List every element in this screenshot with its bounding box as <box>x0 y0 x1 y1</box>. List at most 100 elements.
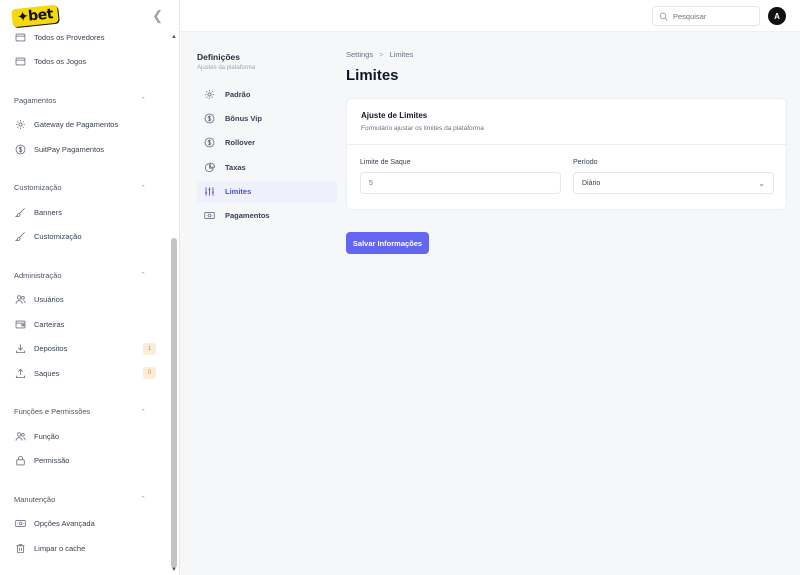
submenu-item-rollover[interactable]: Rollover <box>197 132 342 154</box>
collapse-sidebar-button[interactable]: ❮ <box>152 8 163 24</box>
sidebar-item-usuarios[interactable]: Usuários <box>0 288 172 313</box>
sidebar-item-depositos[interactable]: Depositos 1 <box>0 337 172 362</box>
trash-icon <box>14 542 26 554</box>
breadcrumb-separator: > <box>379 50 384 59</box>
sidebar-item-suitpay-pagamentos[interactable]: SuitPay Pagamentos <box>0 137 172 162</box>
sidebar-item-banners[interactable]: Banners <box>0 200 172 225</box>
page-title: Limites <box>346 67 399 84</box>
count-badge: 0 <box>143 367 156 380</box>
period-field: Período Diário ⌄ <box>573 159 774 194</box>
section-manutencao[interactable]: Manutenção ⌃ <box>0 487 172 512</box>
card-header: Ajuste de Limites Formulário ajustar os … <box>347 99 786 145</box>
gear-icon <box>14 119 26 131</box>
submenu-item-taxas[interactable]: Taxas <box>197 156 342 178</box>
sidebar-item-opcoes-avancada[interactable]: Opções Avançada <box>0 512 172 537</box>
scroll-down-arrow-icon[interactable]: ▼ <box>171 567 177 573</box>
folder-icon <box>14 56 26 68</box>
chevron-up-icon: ⌃ <box>140 408 146 416</box>
sidebar-item-label: Saques <box>34 368 60 378</box>
sidebar-item-todos-os-jogos[interactable]: Todos os Jogos <box>0 50 172 75</box>
sidebar-item-saques[interactable]: Saques 0 <box>0 361 172 386</box>
submenu-item-pagamentos[interactable]: Pagamentos <box>197 205 342 227</box>
settings-submenu: Definições Ajustes da plataforma Padrão B… <box>197 52 342 229</box>
period-select[interactable]: Diário ⌄ <box>573 172 774 194</box>
submenu-item-limites[interactable]: Limites <box>197 180 337 203</box>
sidebar-item-funcao[interactable]: Função <box>0 424 172 449</box>
chevron-up-icon: ⌃ <box>140 496 146 504</box>
sidebar-item-limpar-o-cache[interactable]: Limpar o cache <box>0 536 172 561</box>
main-content: Settings > Limites Limites Ajuste de Lim… <box>346 50 787 254</box>
sidebar-item-label: Usuários <box>34 295 64 305</box>
search-input[interactable] <box>673 11 753 21</box>
brush-icon <box>14 206 26 218</box>
chevron-up-icon: ⌃ <box>140 272 146 280</box>
limits-card: Ajuste de Limites Formulário ajustar os … <box>346 98 787 210</box>
section-pagamentos[interactable]: Pagamentos ⌃ <box>0 88 172 113</box>
sidebar-item-permissao[interactable]: Permissão <box>0 449 172 474</box>
sidebar-item-label: Banners <box>34 207 62 217</box>
sidebar-nav: Todos os Provedores Todos os Jogos Pagamen… <box>0 32 172 575</box>
sidebar-item-todos-os-provedores[interactable]: Todos os Provedores <box>0 32 172 50</box>
gear-icon <box>203 88 215 100</box>
section-administracao[interactable]: Administração ⌃ <box>0 263 172 288</box>
sidebar-item-label: Permissão <box>34 456 70 466</box>
cash-icon <box>203 210 215 222</box>
submenu-item-label: Pagamentos <box>225 211 270 221</box>
section-title: Manutenção <box>14 494 56 504</box>
section-customizacao[interactable]: Customização ⌃ <box>0 176 172 201</box>
sidebar-item-label: Carteiras <box>34 319 65 329</box>
logo-bar: ✦bet ❮ <box>0 0 179 32</box>
card-description: Formulário ajustar os limites da platafo… <box>361 125 484 132</box>
brand-logo[interactable]: ✦bet <box>11 4 59 28</box>
breadcrumb: Settings > Limites <box>346 50 787 59</box>
section-title: Administração <box>14 270 62 280</box>
sidebar-item-carteiras[interactable]: Carteiras <box>0 312 172 337</box>
submenu-item-bonus-vip[interactable]: Bônus Vip <box>197 107 342 129</box>
card-title: Ajuste de Limites <box>361 111 428 120</box>
scroll-up-arrow-icon[interactable]: ▲ <box>171 34 177 40</box>
sidebar-scrollbar[interactable]: ▲ ▼ <box>171 32 177 575</box>
submenu-item-padrao[interactable]: Padrão <box>197 83 342 105</box>
period-label: Período <box>573 159 598 166</box>
sidebar-item-gateway-de-pagamentos[interactable]: Gateway de Pagamentos <box>0 113 172 138</box>
wallet-icon <box>14 318 26 330</box>
pie-icon <box>203 161 215 173</box>
sidebar-item-label: Função <box>34 431 60 441</box>
section-title: Pagamentos <box>14 95 57 105</box>
save-button[interactable]: Salvar Informações <box>346 232 429 254</box>
avatar[interactable]: A <box>768 7 786 25</box>
sidebar-item-label: Depositos <box>34 344 68 354</box>
submenu-title: Definições <box>197 52 240 62</box>
submenu-item-label: Padrão <box>225 89 251 99</box>
submenu-item-label: Taxas <box>225 162 246 172</box>
dollar-icon <box>203 137 215 149</box>
withdraw-limit-input-wrap[interactable] <box>360 172 561 194</box>
brush-icon <box>14 231 26 243</box>
topbar: A <box>180 0 800 32</box>
sidebar-item-customizacao[interactable]: Customização <box>0 225 172 250</box>
submenu-item-label: Limites <box>225 187 252 197</box>
sidebar-item-label: Limpar o cache <box>34 543 86 553</box>
folder-icon <box>14 32 26 43</box>
sliders-icon <box>203 186 215 198</box>
section-title: Funções e Permissões <box>14 407 91 417</box>
users-icon <box>14 430 26 442</box>
breadcrumb-settings[interactable]: Settings <box>346 50 373 59</box>
submenu-item-label: Rollover <box>225 138 256 148</box>
dollar-icon <box>203 112 215 124</box>
card-body: Limite de Saque Período Diário ⌄ <box>347 145 786 194</box>
download-icon <box>14 343 26 355</box>
search-box[interactable] <box>652 6 760 26</box>
breadcrumb-current: Limites <box>389 50 414 59</box>
withdraw-limit-input[interactable] <box>369 179 552 187</box>
users-icon <box>14 294 26 306</box>
withdraw-limit-field: Limite de Saque <box>360 159 561 194</box>
scroll-thumb[interactable] <box>171 238 177 568</box>
withdraw-limit-label: Limite de Saque <box>360 159 411 166</box>
chevron-up-icon: ⌃ <box>140 97 146 105</box>
upload-icon <box>14 367 26 379</box>
chevron-up-icon: ⌃ <box>140 184 146 192</box>
section-title: Customização <box>14 183 62 193</box>
sidebar-item-label: SuitPay Pagamentos <box>34 144 105 154</box>
section-funcoes-e-permissoes[interactable]: Funções e Permissões ⌃ <box>0 400 172 425</box>
